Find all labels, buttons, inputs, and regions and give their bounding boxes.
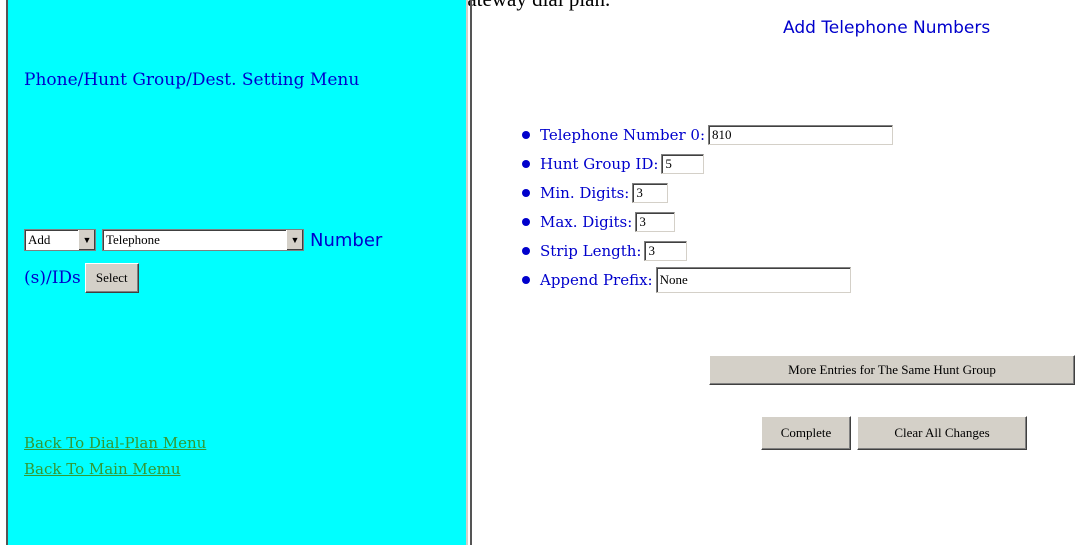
field-label: Strip Length: xyxy=(540,241,642,260)
hunt-group-id-input[interactable] xyxy=(661,153,705,174)
list-item: Strip Length: xyxy=(522,236,893,265)
frame-divider[interactable] xyxy=(466,0,468,545)
telephone-number-input[interactable] xyxy=(708,124,894,145)
select-row: Add ▼ Telephone ▼ Number xyxy=(24,229,382,251)
list-item: Hunt Group ID: xyxy=(522,149,893,178)
bullet-icon xyxy=(522,217,530,226)
complete-button[interactable]: Complete xyxy=(761,416,851,450)
type-select-value: Telephone xyxy=(106,232,160,247)
page-title: Add Telephone Numbers xyxy=(783,18,991,38)
bullet-icon xyxy=(522,188,530,197)
ids-row: (s)/IDs Select xyxy=(24,263,139,293)
chevron-down-icon[interactable]: ▼ xyxy=(286,230,303,250)
ids-label: (s)/IDs xyxy=(24,268,81,288)
field-label: Telephone Number 0: xyxy=(540,125,706,144)
frame-divider-shadow xyxy=(470,0,472,545)
field-label: Append Prefix: xyxy=(540,270,653,289)
back-to-dial-plan-link[interactable]: Back To Dial-Plan Menu xyxy=(24,434,206,452)
field-label: Hunt Group ID: xyxy=(540,154,659,173)
append-prefix-input[interactable] xyxy=(655,266,851,293)
chevron-down-icon[interactable]: ▼ xyxy=(78,230,95,250)
back-to-main-menu-link[interactable]: Back To Main Memu xyxy=(24,460,181,478)
strip-length-input[interactable] xyxy=(644,240,688,261)
list-item: Min. Digits: xyxy=(522,178,893,207)
bullet-icon xyxy=(522,246,530,255)
more-entries-button[interactable]: More Entries for The Same Hunt Group xyxy=(709,355,1075,385)
bullet-icon xyxy=(522,275,530,284)
fields-list: Telephone Number 0: Hunt Group ID: Min. … xyxy=(522,120,894,294)
list-item: Max. Digits: xyxy=(522,207,893,236)
min-digits-input[interactable] xyxy=(632,182,669,203)
bullet-icon xyxy=(522,159,530,168)
list-item: Telephone Number 0: xyxy=(522,120,894,149)
number-label: Number xyxy=(310,229,383,251)
type-select[interactable]: Telephone ▼ xyxy=(102,229,304,251)
max-digits-input[interactable] xyxy=(635,211,676,232)
action-select[interactable]: Add ▼ xyxy=(24,229,96,251)
action-select-value: Add xyxy=(28,232,51,247)
field-label: Max. Digits: xyxy=(540,212,633,231)
select-button[interactable]: Select xyxy=(84,263,139,293)
clear-all-changes-button[interactable]: Clear All Changes xyxy=(857,416,1027,450)
list-item: Append Prefix: xyxy=(522,265,893,294)
bullet-icon xyxy=(522,130,530,139)
field-label: Min. Digits: xyxy=(540,183,630,202)
menu-title: Phone/Hunt Group/Dest. Setting Menu xyxy=(24,70,360,90)
